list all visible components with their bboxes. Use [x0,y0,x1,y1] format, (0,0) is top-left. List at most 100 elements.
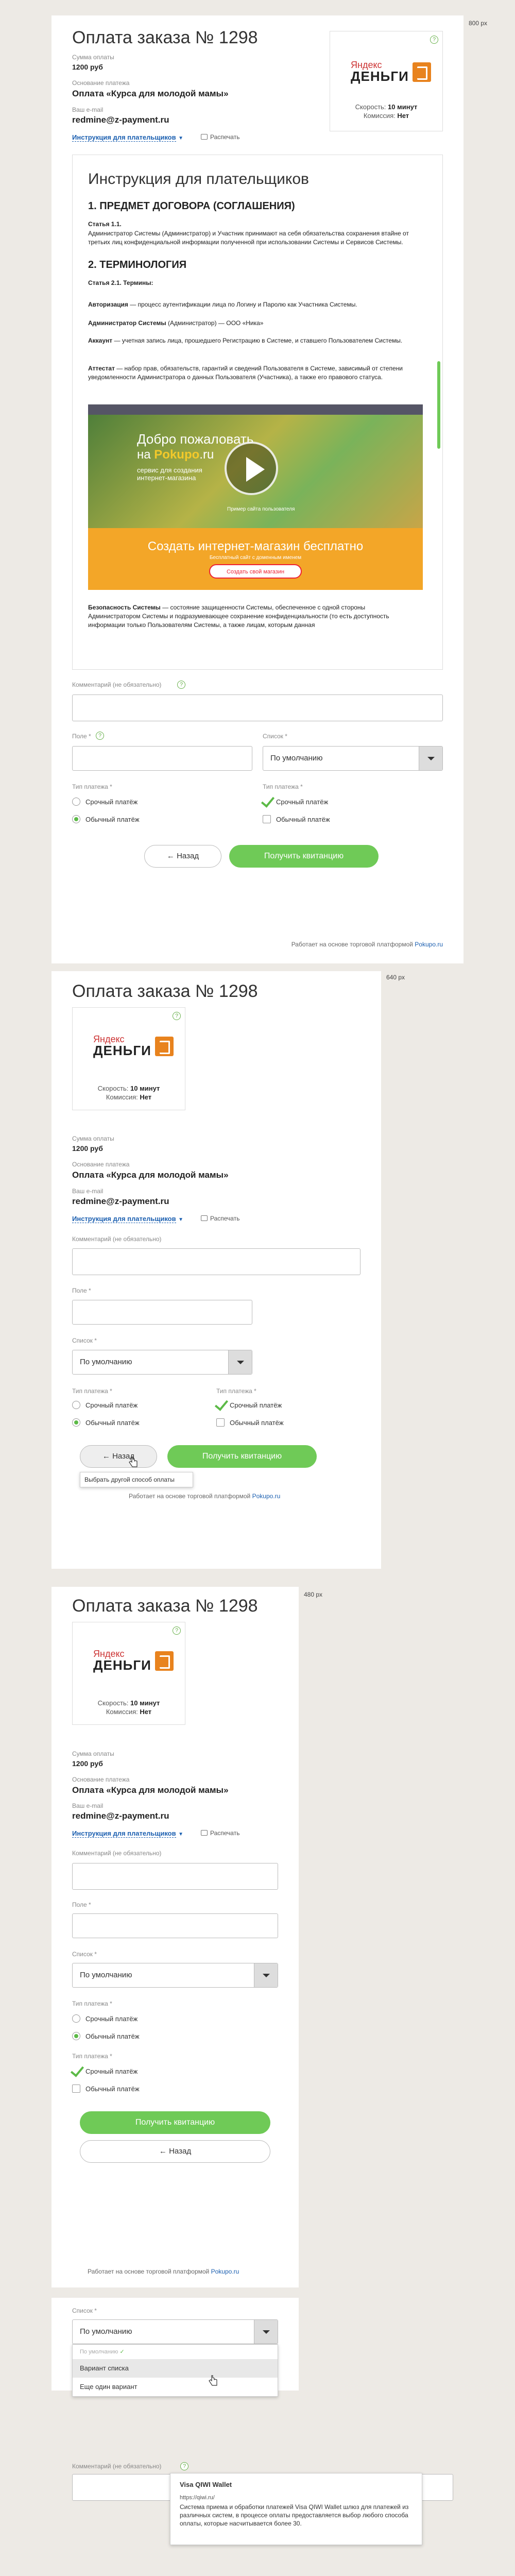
video-banner-sub: Бесплатный сайт с доменным именем [209,555,302,561]
get-receipt-button[interactable]: Получить квитанцию [80,2111,270,2134]
sum-label: Сумма оплаты [72,1135,114,1142]
yandex-money-logo: Яндекс ДЕНЬГИ [351,60,431,83]
print-button[interactable]: Распечать [201,1829,239,1837]
radio-selected-icon [72,2032,80,2040]
info-icon[interactable]: ? [430,36,438,44]
comment-label: Комментарий (не обязательно) [72,1850,162,1857]
checkbox-urgent[interactable]: Срочный платёж [216,1401,282,1409]
radio-selected-icon [72,1418,80,1427]
payment-type-label-2: Тип платежа * [216,1387,256,1395]
print-button[interactable]: Распечать [201,133,239,141]
doc-term-5: Безопасность Системы — состояние защищен… [88,604,389,629]
doc-paragraph-1: Администратор Системы (Администратор) и … [88,230,409,246]
video-to: на [137,448,151,462]
speed-value: 10 минут [388,103,418,111]
dropdown-demo-card: Список * По умолчанию По умолчанию ✓ Вар… [52,2298,299,2397]
dropdown-option-another[interactable]: Еще один вариант [73,2378,278,2396]
fee-value: Нет [140,1093,152,1101]
text-field[interactable] [72,1913,278,1938]
checkbox-normal[interactable]: Обычный платёж [216,1418,284,1427]
payment-method-yandex-money[interactable]: ? Яндекс ДЕНЬГИ Скорость: 10 минут Комис… [330,31,443,131]
checkbox-normal[interactable]: Обычный платёж [263,815,330,823]
checkmark-icon [263,798,271,806]
radio-normal[interactable]: Обычный платёж [72,815,140,823]
logo-main: ДЕНЬГИ [93,1043,151,1058]
print-label: Распечать [210,133,240,141]
chevron-down-icon [419,747,442,770]
radio-normal-label: Обычный платёж [85,2032,140,2040]
radio-urgent[interactable]: Срочный платёж [72,2014,138,2023]
get-receipt-button[interactable]: Получить квитанцию [167,1445,317,1468]
radio-normal[interactable]: Обычный платёж [72,1418,140,1427]
instructions-link[interactable]: Инструкция для плательщиков ▼ [72,1214,183,1224]
sum-value: 1200 руб [72,63,103,71]
qiwi-tooltip-url: https://qiwi.ru/ [180,2495,215,2501]
print-button[interactable]: Распечать [201,1215,239,1222]
pokupo-link[interactable]: Pokupo.ru [415,941,443,948]
video-brand-line: на Pokupo.ru [137,448,214,462]
fee-value: Нет [397,112,409,120]
payment-method-yandex-money[interactable]: ? Яндекс ДЕНЬГИ Скорость: 10 минут Комис… [72,1007,185,1110]
info-icon[interactable]: ? [180,2462,188,2470]
dropdown-option-variant[interactable]: Вариант списка [73,2359,278,2378]
instructions-link[interactable]: Инструкция для плательщиков ▼ [72,133,183,142]
radio-urgent[interactable]: Срочный платёж [72,1401,138,1409]
pokupo-link[interactable]: Pokupo.ru [211,2268,239,2275]
yandex-money-logo: Яндекс ДЕНЬГИ [93,1649,174,1673]
comment-field[interactable] [72,1863,278,1890]
comment-field[interactable] [72,694,443,721]
chevron-down-icon: ▼ [178,135,183,141]
fee-label: Комиссия: [106,1093,138,1101]
checkbox-icon [72,2084,80,2093]
info-icon[interactable]: ? [173,1626,181,1635]
radio-urgent[interactable]: Срочный платёж [72,798,138,806]
video-brand: Pokupo [154,448,200,462]
speed-label: Скорость: [97,1699,129,1707]
checkbox-urgent[interactable]: Срочный платёж [72,2067,138,2075]
checkmark-icon [216,1401,225,1409]
doc-article-1-1: Статья 1.1. [88,221,122,228]
info-icon[interactable]: ? [96,732,104,740]
promo-video[interactable]: Добро пожаловать на Pokupo.ru сервис для… [88,404,423,590]
text-field[interactable] [72,1300,252,1325]
play-button[interactable] [225,442,278,495]
doc-article-2-1: Статья 2.1. Термины: [88,279,153,286]
scrollbar-thumb[interactable] [437,361,440,449]
info-icon[interactable]: ? [177,681,185,689]
checkbox-urgent-label: Срочный платёж [230,1401,282,1409]
method-speed: Скорость: 10 минут Комиссия: Нет [73,1699,185,1716]
radio-normal[interactable]: Обычный платёж [72,2032,140,2040]
checkbox-normal[interactable]: Обычный платёж [72,2084,140,2093]
payment-type-label: Тип платежа * [72,783,112,790]
payment-type-label-2: Тип платежа * [263,783,303,790]
qiwi-tooltip-title: Visa QIWI Wallet [180,2481,232,2488]
wallet-icon [155,1651,174,1671]
get-receipt-button[interactable]: Получить квитанцию [229,845,379,868]
instructions-link[interactable]: Инструкция для плательщиков ▼ [72,1829,183,1838]
basis-label: Основание платежа [72,1161,130,1168]
radio-icon [72,1401,80,1409]
back-button[interactable]: ← Назад [144,845,221,868]
back-button[interactable]: ← Назад [80,2140,270,2163]
text-field[interactable] [72,746,252,771]
list-select-open[interactable]: По умолчанию [72,2319,278,2344]
list-label: Список * [72,1337,97,1344]
back-button[interactable]: ← Назад [80,1445,157,1468]
comment-field[interactable] [72,1248,360,1275]
payment-method-yandex-money[interactable]: ? Яндекс ДЕНЬГИ Скорость: 10 минут Комис… [72,1622,185,1725]
checkbox-urgent-label: Срочный платёж [85,2067,138,2075]
comment-label: Комментарий (не обязательно) [72,681,161,688]
checkbox-urgent[interactable]: Срочный платёж [263,798,328,806]
list-select[interactable]: По умолчанию [72,1350,252,1375]
list-select[interactable]: По умолчанию [72,1963,278,1988]
page-title: Оплата заказа № 1298 [72,28,258,47]
radio-selected-icon [72,815,80,823]
logo-main: ДЕНЬГИ [93,1657,151,1673]
video-service: сервис для создания интернет-магазина [137,466,202,482]
comment-label: Комментарий (не обязательно) [72,1235,162,1243]
info-icon[interactable]: ? [173,1012,181,1020]
dropdown-option-default[interactable]: По умолчанию ✓ [73,2345,278,2359]
list-select[interactable]: По умолчанию [263,746,443,771]
pokupo-link[interactable]: Pokupo.ru [252,1493,281,1500]
instructions-panel[interactable]: Инструкция для плательщиков 1. ПРЕДМЕТ Д… [72,155,443,670]
